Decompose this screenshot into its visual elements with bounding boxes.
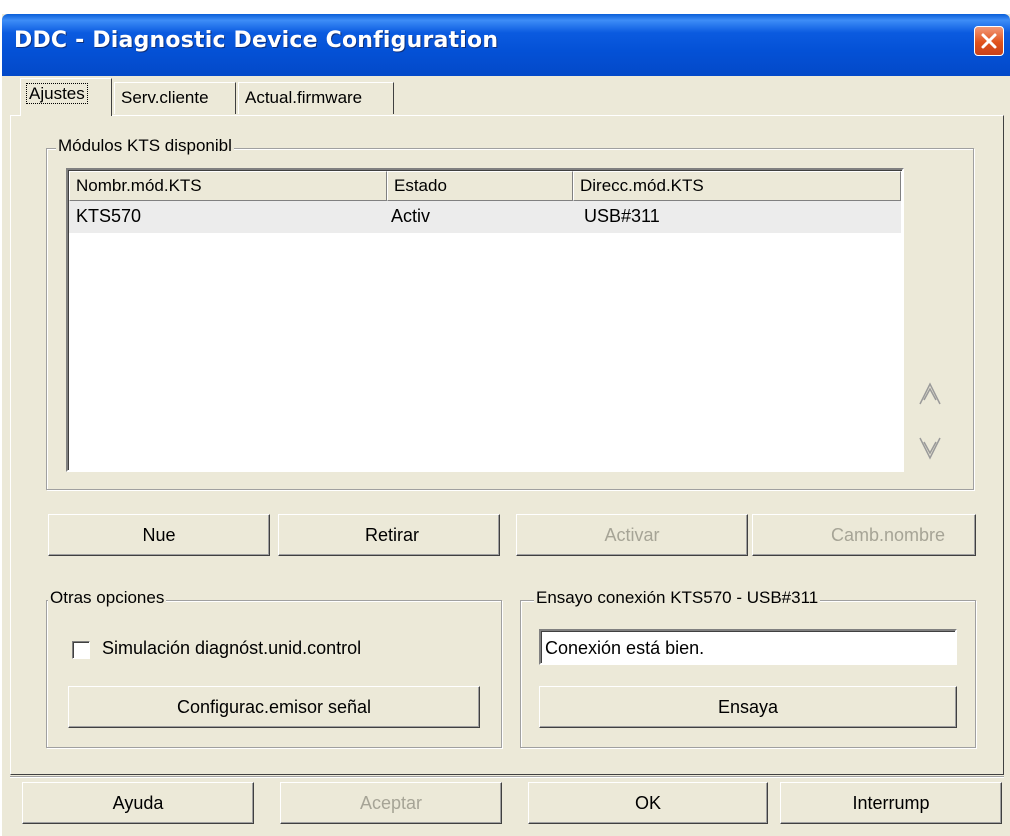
tab-actual-firmware[interactable]: Actual.firmware: [238, 82, 394, 114]
accept-button[interactable]: Aceptar: [280, 782, 502, 824]
footer-separator: [10, 776, 1004, 778]
tab-label: Actual.firmware: [245, 88, 363, 107]
close-icon: [981, 33, 997, 49]
move-up-button[interactable]: [918, 380, 942, 415]
close-button[interactable]: [974, 26, 1004, 56]
connection-result-field[interactable]: Conexión está bien.: [539, 629, 957, 665]
row-module-name: KTS570: [76, 206, 142, 226]
new-module-button[interactable]: Nue: [48, 514, 270, 556]
simulation-checkbox[interactable]: [72, 641, 90, 659]
ok-button[interactable]: OK: [528, 782, 768, 824]
row-module-status: Activ: [391, 206, 431, 226]
down-arrow-icon: [919, 437, 941, 460]
tab-label: Serv.cliente: [121, 88, 209, 107]
cancel-button[interactable]: Interrump: [780, 782, 1002, 824]
other-options-title: Otras opciones: [48, 588, 167, 608]
simulation-checkbox-label[interactable]: Simulación diagnóst.unid.control: [102, 638, 361, 659]
row-module-address: USB#311: [584, 206, 660, 226]
tab-serv-cliente[interactable]: Serv.cliente: [114, 82, 236, 114]
column-header-name[interactable]: Nombr.mód.KTS: [69, 171, 387, 201]
connection-test-title: Ensayo conexión KTS570 - USB#311: [534, 588, 821, 608]
column-header-status[interactable]: Estado: [387, 171, 573, 201]
up-arrow-icon: [919, 382, 941, 405]
column-header-address[interactable]: Direcc.mód.KTS: [573, 171, 901, 201]
move-down-button[interactable]: [918, 434, 942, 469]
signal-emitter-button[interactable]: Configurac.emisor señal: [68, 686, 480, 728]
tab-ajustes[interactable]: Ajustes: [20, 78, 112, 116]
remove-module-button[interactable]: Retirar: [278, 514, 500, 556]
modules-group-title: Módulos KTS disponibl: [56, 136, 234, 156]
table-row[interactable]: [69, 201, 901, 233]
help-button[interactable]: Ayuda: [22, 782, 254, 824]
test-connection-button[interactable]: Ensaya: [539, 686, 957, 728]
window-title: DDC - Diagnostic Device Configuration: [14, 28, 499, 53]
activate-module-button[interactable]: Activar: [516, 514, 748, 556]
tab-label: Ajustes: [26, 83, 88, 104]
rename-module-button[interactable]: Camb.nombre: [752, 514, 976, 556]
